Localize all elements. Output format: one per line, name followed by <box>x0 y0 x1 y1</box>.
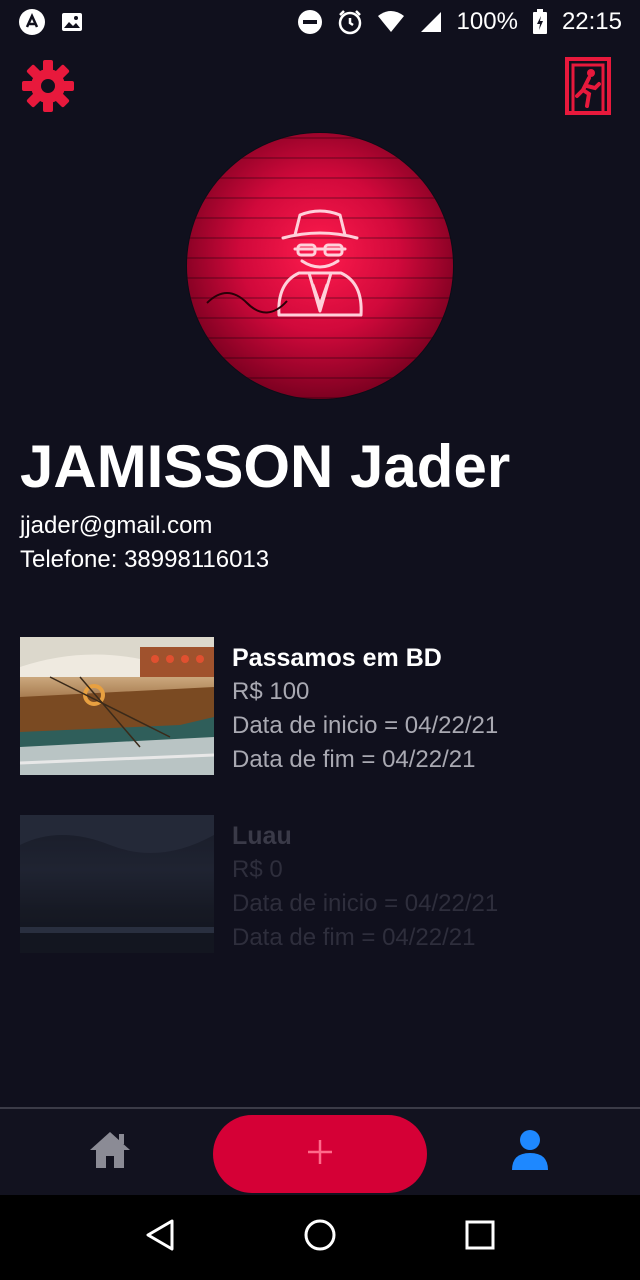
profile-phone: Telefone: 38998116013 <box>20 546 270 573</box>
event-start-date: Data de inicio = 04/22/21 <box>232 890 499 917</box>
boat-image <box>20 637 214 775</box>
top-actions <box>18 56 618 120</box>
event-card[interactable]: Luau R$ 0 Data de inicio = 04/22/21 Data… <box>20 815 620 955</box>
logout-button[interactable] <box>558 56 618 121</box>
status-left <box>18 8 84 36</box>
battery-charging-icon <box>532 9 548 35</box>
nav-profile-button[interactable] <box>500 1122 560 1182</box>
plus-icon <box>306 1138 334 1171</box>
status-bar: 100% 22:15 <box>0 0 640 44</box>
nav-home-button[interactable] <box>80 1122 140 1182</box>
user-icon <box>510 1129 550 1176</box>
home-system-button[interactable] <box>290 1208 350 1268</box>
recents-square-icon <box>465 1220 495 1255</box>
profile-name: JAMISSON Jader <box>20 433 511 500</box>
event-info: Passamos em BD R$ 100 Data de inicio = 0… <box>232 637 498 777</box>
gear-icon <box>20 58 76 119</box>
signal-icon <box>419 10 443 34</box>
recents-button[interactable] <box>450 1208 510 1268</box>
clock-time: 22:15 <box>561 8 622 35</box>
image-notification-icon <box>60 10 84 34</box>
avatar <box>187 133 453 399</box>
wifi-icon <box>377 10 405 34</box>
exit-door-icon <box>563 56 613 121</box>
event-end-date: Data de fim = 04/22/21 <box>232 746 476 773</box>
home-icon <box>88 1130 132 1175</box>
system-nav-bar <box>0 1195 640 1280</box>
status-right: 100% 22:15 <box>297 8 622 36</box>
event-price: R$ 0 <box>232 856 283 883</box>
profile-email: jjader@gmail.com <box>20 512 213 539</box>
event-title: Luau <box>232 822 292 850</box>
app-notification-icon <box>18 8 46 36</box>
back-triangle-icon <box>144 1218 176 1257</box>
event-thumbnail <box>20 637 214 775</box>
event-card[interactable]: Passamos em BD R$ 100 Data de inicio = 0… <box>20 637 620 777</box>
sea-image <box>20 815 214 953</box>
event-thumbnail <box>20 815 214 953</box>
add-event-button[interactable] <box>213 1115 427 1193</box>
spy-neon-icon <box>206 209 363 317</box>
back-button[interactable] <box>130 1208 190 1268</box>
event-end-date: Data de fim = 04/22/21 <box>232 924 476 951</box>
bottom-nav <box>0 1107 640 1195</box>
event-price: R$ 100 <box>232 678 310 705</box>
event-info: Luau R$ 0 Data de inicio = 04/22/21 Data… <box>232 815 498 955</box>
event-title: Passamos em BD <box>232 644 442 672</box>
settings-button[interactable] <box>18 58 78 118</box>
alarm-icon <box>337 9 363 35</box>
event-start-date: Data de inicio = 04/22/21 <box>232 712 499 739</box>
do-not-disturb-icon <box>297 9 323 35</box>
battery-percent: 100% <box>456 8 518 35</box>
home-circle-icon <box>303 1218 337 1257</box>
